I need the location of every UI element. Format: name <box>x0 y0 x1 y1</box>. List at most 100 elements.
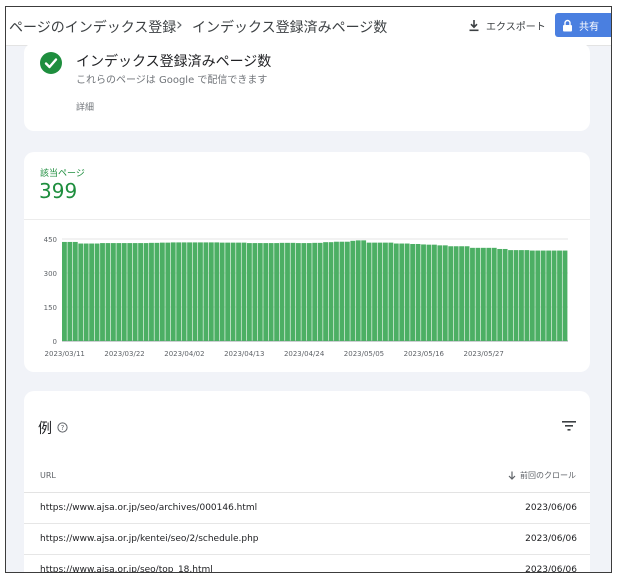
chart-bar[interactable] <box>100 243 105 341</box>
chart-bar[interactable] <box>388 242 394 341</box>
chart-bar[interactable] <box>252 243 258 341</box>
chart-bar[interactable] <box>426 244 432 341</box>
chart-bar[interactable] <box>486 247 492 341</box>
chart-bar[interactable] <box>236 242 241 341</box>
chart-bar[interactable] <box>198 242 203 341</box>
filter-icon[interactable] <box>562 421 576 431</box>
chart-bar[interactable] <box>399 243 405 341</box>
chart-bar[interactable] <box>421 244 426 341</box>
chart-bar[interactable] <box>268 243 274 341</box>
chart-bar[interactable] <box>415 243 421 341</box>
chart-bar[interactable] <box>301 243 307 341</box>
chart-bar[interactable] <box>323 242 328 341</box>
chart-bar[interactable] <box>89 243 95 341</box>
chart-bar[interactable] <box>67 241 73 341</box>
chart-bar[interactable] <box>317 242 323 341</box>
chart-bar[interactable] <box>513 250 519 341</box>
chart-bar[interactable] <box>410 243 416 341</box>
chart-bar[interactable] <box>459 246 465 341</box>
chart-bar[interactable] <box>464 246 470 341</box>
chart-bar[interactable] <box>219 242 225 341</box>
chart-bar[interactable] <box>562 250 568 341</box>
chart-bar[interactable] <box>551 250 557 341</box>
chart-bar[interactable] <box>497 248 503 341</box>
table-row[interactable]: https://www.ajsa.or.jp/seo/archives/0001… <box>24 493 590 524</box>
chart-bar[interactable] <box>105 243 111 341</box>
chart-bar[interactable] <box>339 241 345 341</box>
chart-bar[interactable] <box>453 246 459 341</box>
chart-bar[interactable] <box>138 243 144 341</box>
table-row[interactable]: https://www.ajsa.or.jp/seo/top_18.html 2… <box>24 555 590 572</box>
chart-bar[interactable] <box>372 242 377 341</box>
chart-bar[interactable] <box>519 250 524 341</box>
chart-bar[interactable] <box>263 243 269 341</box>
chart-bar[interactable] <box>546 250 552 341</box>
chart-bar[interactable] <box>176 242 182 341</box>
chart-bar[interactable] <box>334 241 339 341</box>
chart-bar[interactable] <box>290 242 296 341</box>
chart-bar[interactable] <box>557 250 562 341</box>
chart-bar[interactable] <box>328 242 334 341</box>
chart-bar[interactable] <box>344 241 350 341</box>
chart-bar[interactable] <box>285 242 290 341</box>
chart-bar[interactable] <box>94 243 100 341</box>
chart-bar[interactable] <box>524 250 530 341</box>
chart-bar[interactable] <box>279 242 285 341</box>
chart-bar[interactable] <box>540 250 546 341</box>
chart-bar[interactable] <box>431 244 437 341</box>
chart-bar[interactable] <box>475 247 481 341</box>
chart-bar[interactable] <box>529 250 535 341</box>
chart-bar[interactable] <box>165 242 171 341</box>
chart-bar[interactable] <box>350 240 356 341</box>
chart-bar[interactable] <box>208 242 214 341</box>
column-header-url[interactable]: URL <box>40 471 56 480</box>
chart-bar[interactable] <box>274 243 280 341</box>
export-button[interactable]: エクスポート <box>468 18 546 33</box>
chart-bar[interactable] <box>502 248 508 341</box>
chart-bar[interactable] <box>62 241 67 341</box>
details-link[interactable]: 詳細 <box>76 100 94 113</box>
chart-bar[interactable] <box>383 242 388 341</box>
chart-bar[interactable] <box>181 242 187 341</box>
chart-bar[interactable] <box>306 243 312 341</box>
chart-bar[interactable] <box>442 245 448 341</box>
chart-bar[interactable] <box>78 243 84 341</box>
chart-bar[interactable] <box>159 242 165 341</box>
chart-bar[interactable] <box>295 243 301 341</box>
chart-bar[interactable] <box>187 242 192 341</box>
chart-bar[interactable] <box>192 242 198 341</box>
chart-bar[interactable] <box>246 243 252 341</box>
chart-bar[interactable] <box>203 242 209 341</box>
table-row[interactable]: https://www.ajsa.or.jp/kentei/seo/2/sche… <box>24 524 590 555</box>
chart-bar[interactable] <box>361 240 367 341</box>
chart-bar[interactable] <box>127 243 133 341</box>
chart-bar[interactable] <box>393 243 399 341</box>
chart-bar[interactable] <box>312 242 318 341</box>
chart-bar[interactable] <box>535 250 541 341</box>
chart-bar[interactable] <box>214 242 220 341</box>
chart-bar[interactable] <box>121 243 127 341</box>
chart-bar[interactable] <box>470 247 475 341</box>
column-header-last-crawl[interactable]: 前回のクロール <box>508 470 576 481</box>
chart-bar[interactable] <box>355 240 361 341</box>
chart-bar[interactable] <box>241 242 247 341</box>
chart-bar[interactable] <box>72 241 78 341</box>
breadcrumb-parent[interactable]: ページのインデックス登録 <box>9 17 176 37</box>
chart-bar[interactable] <box>143 243 149 341</box>
chart-bar[interactable] <box>437 245 443 341</box>
chart-bar[interactable] <box>154 242 160 341</box>
chart-bar[interactable] <box>110 243 116 341</box>
chart-bar[interactable] <box>132 243 138 341</box>
chart-bar[interactable] <box>491 247 497 341</box>
help-icon[interactable]: ? <box>57 422 68 433</box>
chart-bar[interactable] <box>83 243 89 341</box>
chart-bar[interactable] <box>366 242 372 341</box>
chart-bar[interactable] <box>448 246 454 341</box>
share-button[interactable]: 共有 <box>555 13 611 37</box>
chart-bar[interactable] <box>170 242 176 341</box>
chart-bar[interactable] <box>377 242 383 341</box>
chart-bar[interactable] <box>116 243 122 341</box>
chart-bar[interactable] <box>480 247 486 341</box>
chart-bar[interactable] <box>225 242 231 341</box>
chart-bar[interactable] <box>508 250 513 341</box>
